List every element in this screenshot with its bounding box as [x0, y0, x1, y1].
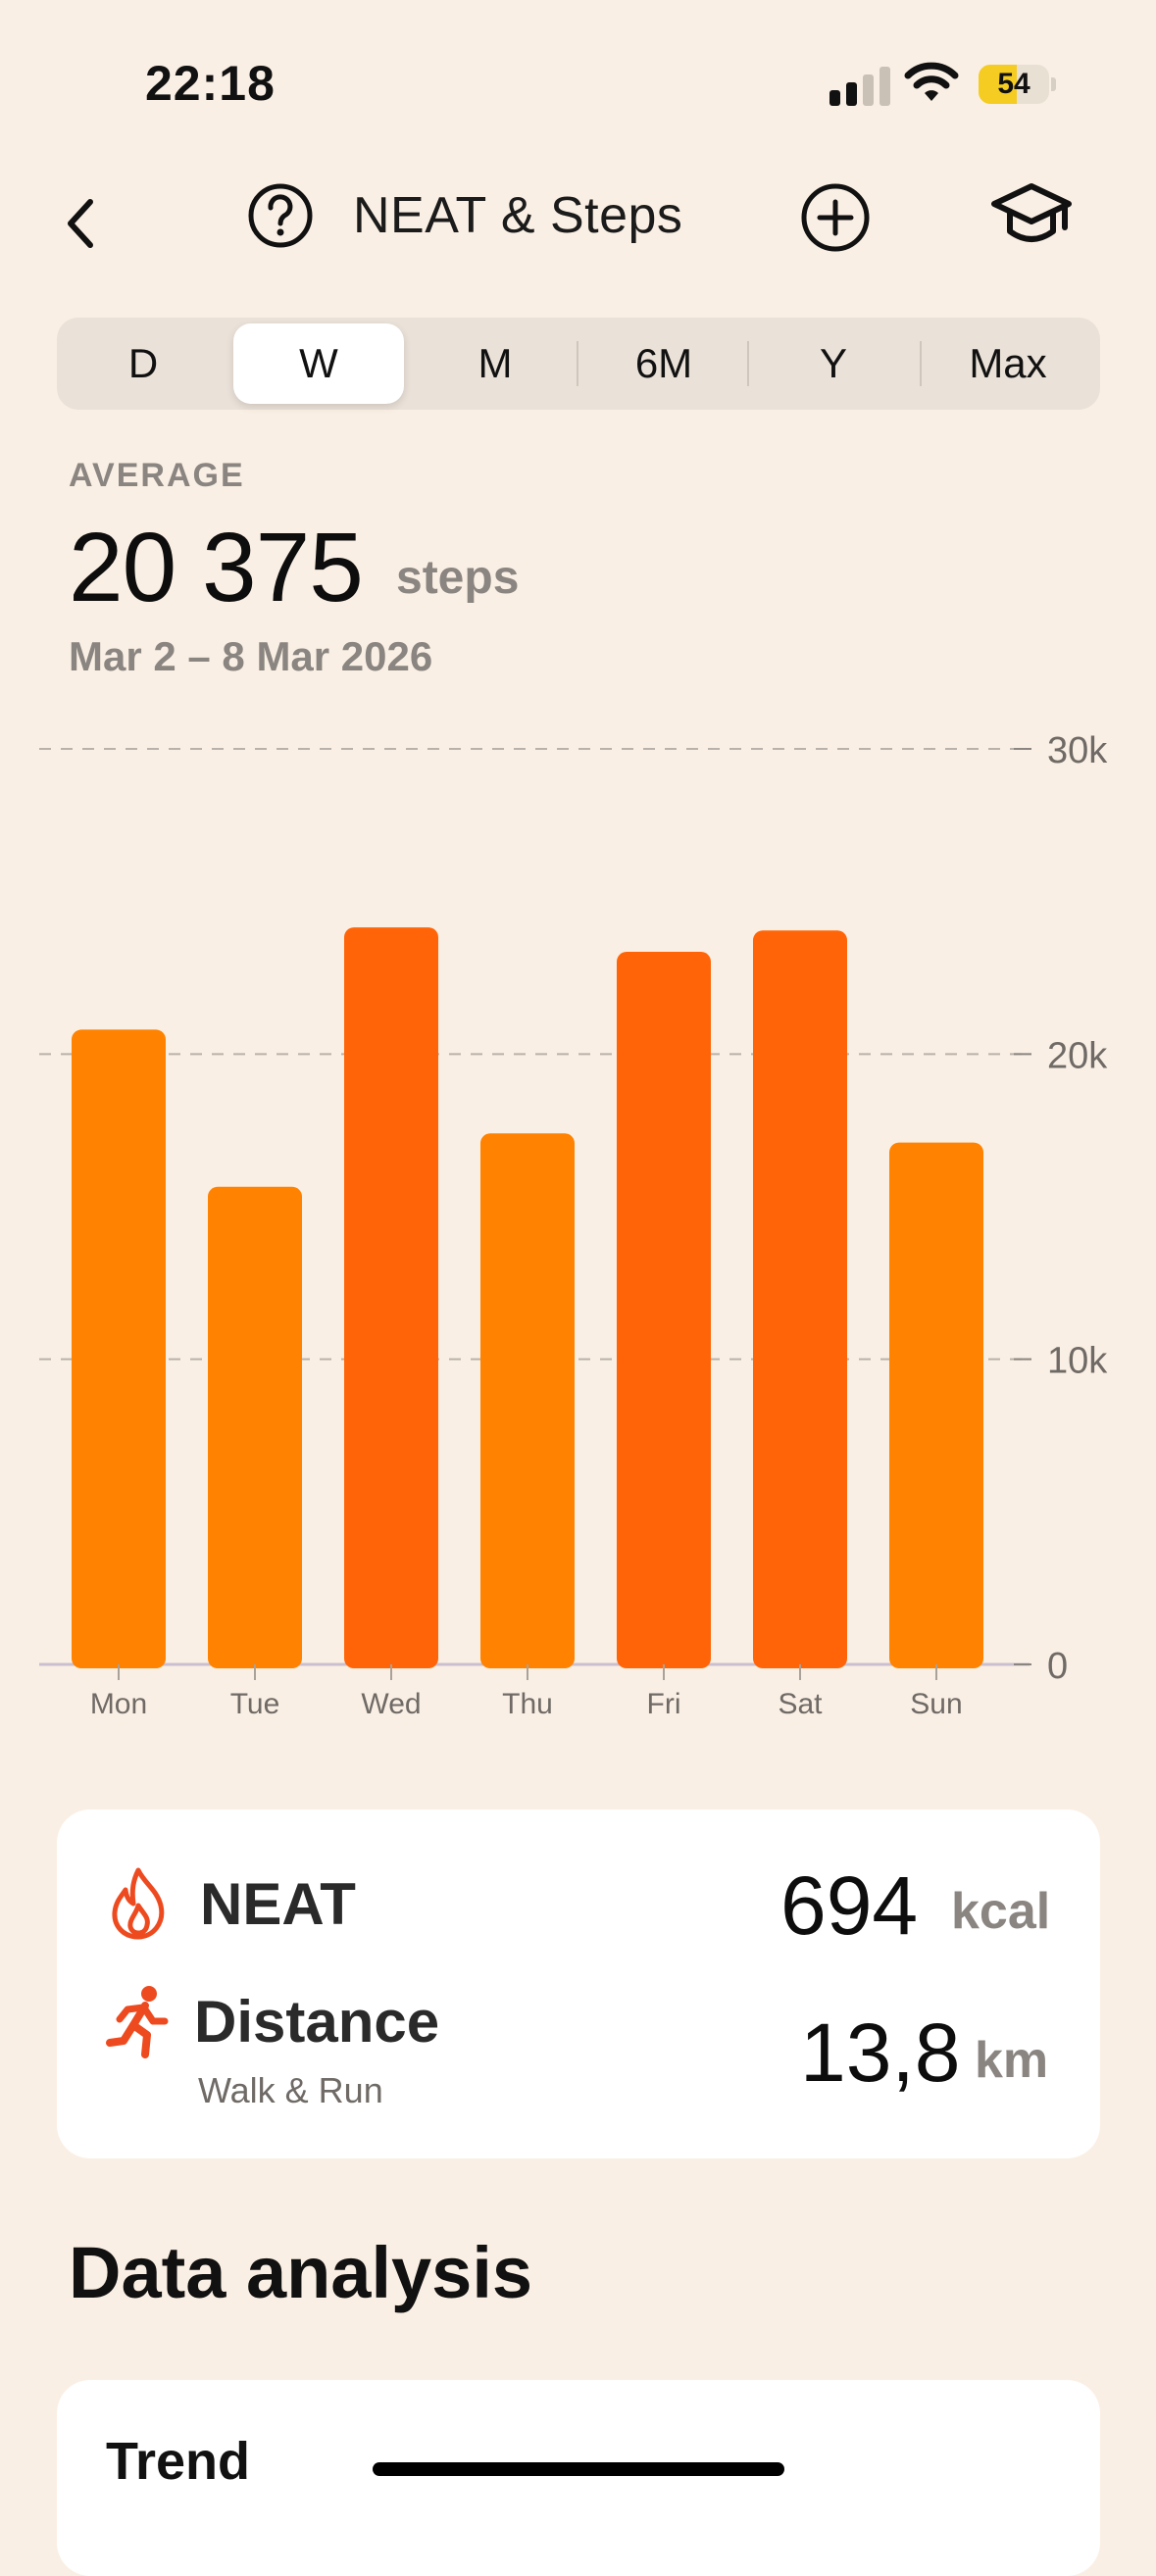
- steps-bar-chart[interactable]: 0 10k 20k 30k Mon Tue Wed Thu Fri Sat Sun: [0, 706, 1156, 1745]
- neat-value: 694: [780, 1859, 919, 1952]
- home-indicator: [373, 2462, 784, 2476]
- chart-bar[interactable]: [889, 1142, 983, 1668]
- chart-y-tick-label: 30k: [1047, 730, 1108, 771]
- segment-divider: [577, 341, 578, 386]
- cellular-signal-icon: [829, 65, 892, 106]
- segment-year[interactable]: Y: [749, 323, 918, 404]
- data-analysis-heading: Data analysis: [69, 2232, 533, 2313]
- wifi-icon: [904, 62, 959, 101]
- add-icon[interactable]: [800, 182, 871, 253]
- chart-x-tick-label: Sat: [778, 1688, 823, 1720]
- chart-bar[interactable]: [208, 1186, 302, 1668]
- distance-label: Distance: [194, 1989, 440, 2055]
- status-time: 22:18: [145, 56, 276, 111]
- distance-sublabel: Walk & Run: [198, 2070, 383, 2110]
- chart-bar[interactable]: [617, 952, 711, 1668]
- chart-x-tick-label: Fri: [647, 1688, 681, 1720]
- neat-unit: kcal: [951, 1883, 1051, 1940]
- chart-y-tick-label: 10k: [1047, 1341, 1108, 1382]
- back-chevron-icon[interactable]: [61, 194, 100, 253]
- graduation-cap-icon[interactable]: [990, 180, 1073, 255]
- average-value: 20 375: [69, 513, 364, 622]
- battery-level: 54: [997, 68, 1030, 100]
- chart-y-tick-label: 20k: [1047, 1035, 1108, 1076]
- distance-unit: km: [975, 2032, 1049, 2089]
- chart-bar[interactable]: [480, 1133, 575, 1668]
- chart-x-tick-label: Wed: [361, 1688, 421, 1720]
- segment-week[interactable]: W: [233, 323, 404, 404]
- chart-x-tick-label: Sun: [910, 1688, 962, 1720]
- segment-6-months[interactable]: 6M: [580, 323, 747, 404]
- help-icon[interactable]: [247, 182, 314, 249]
- chart-bar[interactable]: [72, 1029, 166, 1668]
- period-segmented-control: D W M 6M Y Max: [57, 318, 1100, 410]
- running-person-icon: [106, 1986, 169, 2058]
- average-label: AVERAGE: [69, 457, 245, 494]
- chart-x-tick-label: Tue: [230, 1688, 280, 1720]
- segment-max[interactable]: Max: [922, 323, 1094, 404]
- chart-bar[interactable]: [753, 930, 847, 1668]
- page-title: NEAT & Steps: [353, 187, 683, 244]
- segment-month[interactable]: M: [412, 323, 578, 404]
- average-unit: steps: [396, 552, 520, 604]
- trend-title: Trend: [106, 2432, 251, 2491]
- battery-icon: 54: [979, 65, 1057, 104]
- chart-x-tick-label: Thu: [502, 1688, 553, 1720]
- neat-label: NEAT: [200, 1871, 356, 1937]
- flame-icon: [112, 1867, 165, 1940]
- distance-value: 13,8: [800, 2006, 961, 2099]
- chart-x-tick-label: Mon: [90, 1688, 147, 1720]
- segment-day[interactable]: D: [63, 323, 224, 404]
- chart-bar[interactable]: [344, 927, 438, 1668]
- date-range: Mar 2 – 8 Mar 2026: [69, 633, 433, 679]
- chart-y-tick-label: 0: [1047, 1646, 1068, 1687]
